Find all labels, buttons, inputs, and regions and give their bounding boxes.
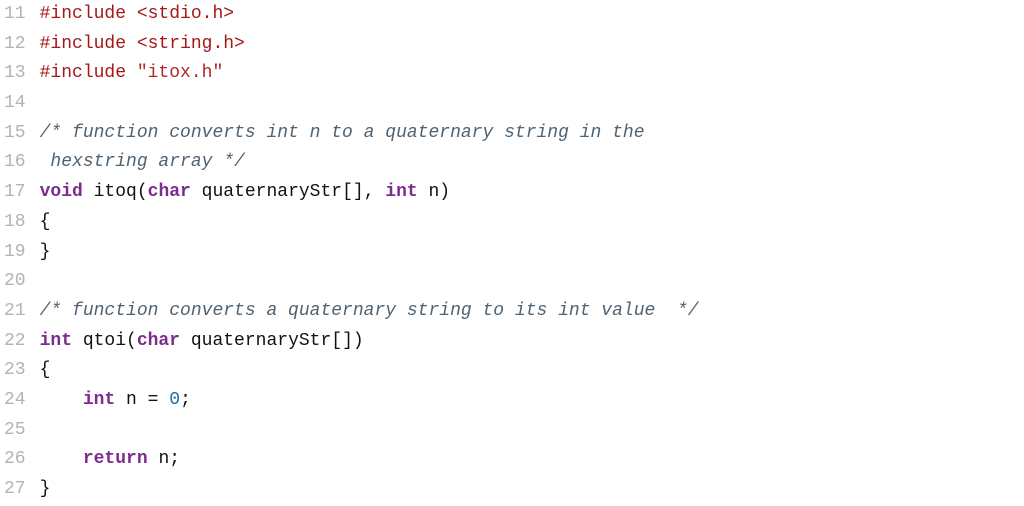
line-number: 11: [4, 0, 26, 30]
token-plain: n): [418, 182, 450, 202]
token-punct: }: [40, 479, 51, 499]
code-line: [40, 416, 1024, 446]
token-keyword-type: char: [148, 182, 191, 202]
token-keyword-type: void: [40, 182, 83, 202]
code-line: int n = 0;: [40, 386, 1024, 416]
code-line: {: [40, 208, 1024, 238]
token-keyword-ctrl: return: [83, 449, 148, 469]
line-number: 23: [4, 356, 26, 386]
line-number: 19: [4, 238, 26, 268]
line-number: 13: [4, 59, 26, 89]
token-comment: hexstring array */: [40, 152, 245, 172]
code-line: #include "itox.h": [40, 59, 1024, 89]
code-line: [40, 267, 1024, 297]
token-keyword-type: int: [83, 390, 115, 410]
token-comment: /* function converts int n to a quaterna…: [40, 123, 645, 143]
line-number: 25: [4, 416, 26, 446]
token-pp-include-sys: <stdio.h>: [137, 4, 234, 24]
line-number: 18: [4, 208, 26, 238]
token-punct: }: [40, 242, 51, 262]
token-plain: n =: [115, 390, 169, 410]
token-plain: itoq(: [83, 182, 148, 202]
line-number-gutter: 1112131415161718192021222324252627: [0, 0, 40, 505]
token-keyword-type: int: [40, 331, 72, 351]
token-plain: qtoi(: [72, 331, 137, 351]
line-number: 21: [4, 297, 26, 327]
line-number: 26: [4, 445, 26, 475]
token-keyword-type: int: [385, 182, 417, 202]
code-line: {: [40, 356, 1024, 386]
code-line: int qtoi(char quaternaryStr[]): [40, 327, 1024, 357]
code-line: /* function converts int n to a quaterna…: [40, 119, 1024, 149]
code-line: [40, 89, 1024, 119]
line-number: 20: [4, 267, 26, 297]
line-number: 24: [4, 386, 26, 416]
code-line: }: [40, 238, 1024, 268]
code-line: void itoq(char quaternaryStr[], int n): [40, 178, 1024, 208]
code-line: return n;: [40, 445, 1024, 475]
token-plain: n;: [148, 449, 180, 469]
line-number: 14: [4, 89, 26, 119]
line-number: 12: [4, 30, 26, 60]
code-body: #include <stdio.h>#include <string.h>#in…: [40, 0, 1024, 505]
line-number: 27: [4, 475, 26, 505]
code-line: #include <string.h>: [40, 30, 1024, 60]
token-pp-directive: #include: [40, 4, 137, 24]
token-punct: ;: [180, 390, 191, 410]
token-plain: quaternaryStr[],: [191, 182, 385, 202]
line-number: 15: [4, 119, 26, 149]
code-line: #include <stdio.h>: [40, 0, 1024, 30]
code-line: hexstring array */: [40, 148, 1024, 178]
token-plain: [40, 449, 83, 469]
token-punct: {: [40, 212, 51, 232]
token-number: 0: [169, 390, 180, 410]
token-keyword-type: char: [137, 331, 180, 351]
token-plain: quaternaryStr[]): [180, 331, 364, 351]
token-pp-include-local: "itox.h": [137, 63, 223, 83]
line-number: 17: [4, 178, 26, 208]
token-pp-directive: #include: [40, 63, 137, 83]
token-pp-include-sys: <string.h>: [137, 34, 245, 54]
code-line: }: [40, 475, 1024, 505]
code-block: 1112131415161718192021222324252627 #incl…: [0, 0, 1024, 505]
token-comment: /* function converts a quaternary string…: [40, 301, 699, 321]
line-number: 16: [4, 148, 26, 178]
code-line: /* function converts a quaternary string…: [40, 297, 1024, 327]
line-number: 22: [4, 327, 26, 357]
token-punct: {: [40, 360, 51, 380]
token-plain: [40, 390, 83, 410]
token-pp-directive: #include: [40, 34, 137, 54]
